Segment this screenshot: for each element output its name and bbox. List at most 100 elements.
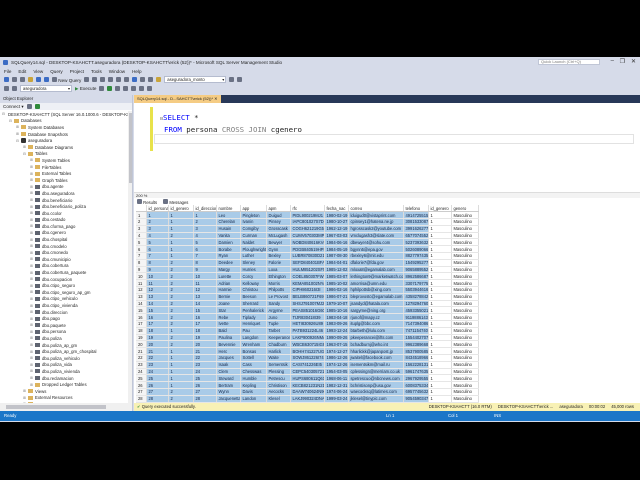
cell-id-persona[interactable]: 19	[146, 334, 169, 342]
tree-node[interactable]: ⊞ dbo.chospital	[0, 236, 128, 243]
tree-node[interactable]: ⊞ dbo.agente	[0, 184, 128, 191]
sql-editor[interactable]: ⊟SELECT * FROM persona CROSS JOIN cgener…	[134, 103, 640, 191]
column-header[interactable]: rfc	[290, 205, 325, 213]
cell-apm[interactable]: Sementsik	[266, 361, 291, 369]
cell-rfc[interactable]: NOBD840616KV6	[290, 238, 325, 247]
cell-id-direccion[interactable]: 25	[193, 374, 217, 383]
tree-node[interactable]: ⊞ dbo.poliza_ap_gm	[0, 342, 128, 349]
menu-help[interactable]: Help	[132, 69, 141, 74]
cell-telefono[interactable]: 8537900585	[403, 347, 429, 356]
column-header[interactable]: id_genero	[428, 205, 452, 213]
expand-icon[interactable]: ⊞	[30, 350, 34, 354]
cell-telefono[interactable]: 4593355021	[403, 306, 429, 315]
collapse-icon[interactable]: ⊟	[9, 119, 13, 123]
cell-fecha-nac[interactable]: 1968-06-11	[324, 374, 349, 383]
table-row[interactable]: 28 28 2 28 Jacquenetta Landon Klesel LAKJ990324…	[136, 395, 479, 403]
cell-correo[interactable]: hharlickk@japanpost.jp	[348, 347, 404, 356]
cell-id-genero[interactable]: 1	[428, 293, 452, 301]
cell-id-genero[interactable]: 1	[168, 211, 194, 220]
tree-node[interactable]: ⊞ dbo.pago	[0, 315, 128, 322]
cell-app[interactable]: Cass	[240, 361, 267, 369]
expand-icon[interactable]: ⊞	[30, 343, 34, 347]
cell-id-genero[interactable]: 1	[428, 388, 452, 396]
cell-id-direccion[interactable]: 7	[193, 252, 217, 260]
cell-genero[interactable]: Masculino	[451, 211, 479, 220]
cell-id-genero[interactable]: 2	[168, 306, 194, 315]
cell-fecha-nac[interactable]: 1963-07-15	[324, 340, 349, 349]
tree-node[interactable]: ⊞ dbo.ctipo_vivienda	[0, 302, 128, 309]
copy-icon[interactable]	[116, 77, 122, 82]
cell-id-persona[interactable]: 18	[146, 327, 169, 335]
open-file-icon[interactable]	[28, 77, 33, 82]
cell-correo[interactable]: jwaitel@facebook.com	[348, 354, 404, 362]
table-row[interactable]: 25 25 1 25 Steward Humble Petrescu HUPS680611Q6…	[136, 374, 479, 383]
cell-nombre[interactable]: Clem	[216, 368, 241, 376]
expand-icon[interactable]: ⊞	[30, 251, 34, 255]
table-row[interactable]: 7 7 1 7 Ryan Luther Bexley LUBR870830D21 1987-08…	[136, 252, 479, 260]
cell-rfc[interactable]: PDGB840519HP8	[290, 245, 325, 254]
tree-node[interactable]: ⊞ Views	[0, 388, 128, 395]
cell-nombre[interactable]: Jacquenetta	[216, 395, 241, 403]
cell-genero[interactable]: Masculino	[451, 300, 479, 308]
cell-id-genero[interactable]: 1	[168, 361, 194, 369]
cell-correo[interactable]: mloxa8@egamalab.com	[348, 266, 404, 274]
tree-node[interactable]: ⊞ dbo.paquete	[0, 322, 128, 329]
cell-id-genero[interactable]: 2	[168, 388, 194, 396]
tab-results[interactable]: Results	[137, 198, 157, 205]
cell-apm[interactable]: Bewyer	[266, 238, 291, 247]
row-number[interactable]: 4	[136, 232, 147, 240]
cell-id-genero[interactable]: 1	[168, 374, 194, 383]
cell-rfc[interactable]: BOHH741227UGA	[290, 347, 325, 356]
tree-node[interactable]: ⊞ dbo.persona	[0, 329, 128, 336]
cell-apm[interactable]: Plessing	[266, 368, 291, 376]
cell-id-direccion[interactable]: 4	[193, 232, 217, 240]
cell-id-persona[interactable]: 17	[146, 320, 169, 328]
tree-node[interactable]: ⊞ dbo.reclamacion	[0, 375, 128, 382]
cell-id-genero[interactable]: 1	[428, 334, 452, 342]
table-row[interactable]: 10 10 2 10 Lurette Corcy Ethington COEL850307FW…	[136, 272, 479, 281]
cell-genero[interactable]: Masculino	[451, 225, 479, 233]
cell-apm[interactable]: McLugash	[266, 232, 291, 240]
properties-icon[interactable]	[229, 77, 235, 82]
expand-icon[interactable]: ⊞	[30, 198, 34, 202]
tree-node[interactable]: ⊞ dbo.ctipo_vehiculo	[0, 296, 128, 303]
tree-node[interactable]: ⊞ dbo.ctipo_seguro_ap_gm	[0, 289, 128, 296]
cell-telefono[interactable]: 5237393632	[403, 238, 429, 247]
cell-id-genero[interactable]: 2	[168, 272, 194, 281]
cell-nombre[interactable]: Bertram	[216, 381, 241, 390]
cell-apm[interactable]: Falorie	[266, 259, 291, 267]
expand-icon[interactable]: ⊞	[30, 238, 34, 242]
cell-fecha-nac[interactable]: 1979-10-07	[324, 300, 349, 308]
table-row[interactable]: 15 15 2 15 Star Penhalerick Argyrne PEAS851016G…	[136, 306, 479, 315]
cell-genero[interactable]: Masculino	[451, 218, 479, 226]
row-number[interactable]: 21	[136, 347, 147, 356]
cell-telefono[interactable]: 1562228131	[403, 361, 429, 369]
cell-fecha-nac[interactable]: 1980-10-27	[324, 218, 349, 226]
cell-id-genero[interactable]: 1	[428, 368, 452, 376]
row-number[interactable]: 24	[136, 368, 147, 376]
cell-rfc[interactable]: LAKJ990324DNA	[290, 395, 325, 403]
cell-app[interactable]: Christou	[240, 286, 267, 294]
cell-id-persona[interactable]: 4	[146, 232, 169, 240]
cell-id-genero[interactable]: 1	[428, 245, 452, 254]
cell-id-genero[interactable]: 1	[428, 218, 452, 226]
close-button[interactable]: ✕	[631, 58, 636, 65]
cell-apm[interactable]: Gynn	[266, 245, 291, 254]
cell-apm[interactable]: Sandy	[266, 300, 291, 308]
cell-id-persona[interactable]: 21	[146, 347, 169, 356]
expand-icon[interactable]: ⊞	[30, 224, 34, 228]
cell-apm[interactable]: Klesel	[266, 395, 291, 403]
cell-app[interactable]: Penhalerick	[240, 306, 267, 315]
save-all-icon[interactable]	[44, 77, 49, 82]
table-row[interactable]: 26 26 1 26 Bertram Kepling Christison KECB82123…	[136, 381, 479, 390]
cell-rfc[interactable]: COGH621219G55	[290, 225, 325, 233]
expand-icon[interactable]: ⊞	[30, 264, 34, 268]
cell-id-persona[interactable]: 12	[146, 286, 169, 294]
cell-id-genero[interactable]: 1	[428, 320, 452, 328]
cell-app[interactable]: Humble	[240, 374, 267, 383]
refresh-icon[interactable]	[34, 104, 40, 109]
menu-query[interactable]: Query	[50, 69, 63, 74]
collapse-icon[interactable]: ⊟	[2, 112, 5, 116]
cell-fecha-nac[interactable]: 1985-12-02	[324, 266, 349, 274]
cell-id-persona[interactable]: 6	[146, 245, 169, 254]
